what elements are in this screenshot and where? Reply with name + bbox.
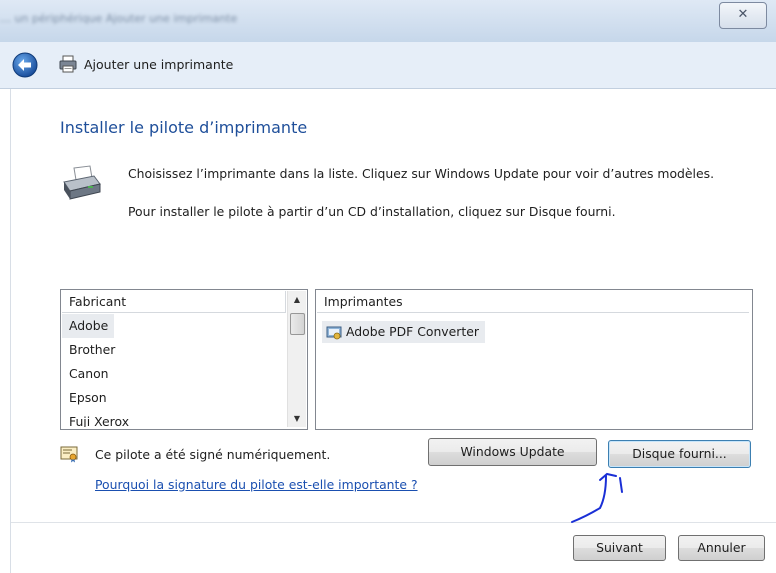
- window-title-text: … un périphérique Ajouter une imprimante: [0, 12, 238, 25]
- manufacturer-item-adobe[interactable]: Adobe: [62, 314, 115, 338]
- certificate-icon: [60, 446, 78, 463]
- manufacturer-scrollbar[interactable]: ▲ ▼: [287, 291, 306, 427]
- large-printer-icon: [63, 165, 101, 200]
- printer-driver-icon: [326, 326, 342, 340]
- wizard-nav-bar: Ajouter une imprimante: [0, 42, 776, 89]
- signed-driver-text: Ce pilote a été signé numériquement.: [95, 447, 331, 462]
- have-disk-button[interactable]: Disque fourni...: [608, 440, 751, 468]
- next-button[interactable]: Suivant: [573, 535, 666, 561]
- instruction-text-1: Choisissez l’imprimante dans la liste. C…: [128, 166, 715, 181]
- page-heading: Installer le pilote d’imprimante: [60, 118, 308, 137]
- printers-listbox[interactable]: Imprimantes Adobe PDF Converter: [315, 289, 753, 430]
- printer-item-adobe-pdf-converter[interactable]: Adobe PDF Converter: [322, 321, 485, 343]
- scroll-thumb[interactable]: [290, 313, 305, 335]
- scroll-up-icon[interactable]: ▲: [288, 291, 306, 308]
- manufacturer-column-header: Fabricant: [62, 291, 286, 313]
- back-arrow-icon[interactable]: [12, 52, 38, 78]
- manufacturer-listbox[interactable]: Fabricant Adobe Brother Canon Epson Fuji…: [60, 289, 308, 430]
- hand-drawn-arrow-annotation: [571, 472, 623, 523]
- manufacturer-list[interactable]: Adobe Brother Canon Epson Fuji Xerox: [62, 314, 286, 427]
- printer-item-label: Adobe PDF Converter: [346, 324, 479, 339]
- printers-column-header: Imprimantes: [317, 291, 749, 313]
- signature-info-link[interactable]: Pourquoi la signature du pilote est-elle…: [95, 477, 418, 492]
- close-button[interactable]: ✕: [719, 2, 767, 29]
- footer-divider: [11, 522, 776, 523]
- list-item[interactable]: Adobe: [62, 314, 286, 338]
- nav-title: Ajouter une imprimante: [84, 57, 234, 72]
- manufacturer-item-brother[interactable]: Brother: [62, 338, 286, 362]
- window-title-bar: … un périphérique Ajouter une imprimante…: [0, 0, 776, 42]
- instruction-text-2: Pour installer le pilote à partir d’un C…: [128, 204, 616, 219]
- windows-update-button[interactable]: Windows Update: [428, 438, 597, 466]
- manufacturer-item-fuji-xerox[interactable]: Fuji Xerox: [62, 410, 286, 427]
- scroll-down-icon[interactable]: ▼: [288, 410, 306, 427]
- close-icon: ✕: [737, 7, 749, 22]
- manufacturer-item-epson[interactable]: Epson: [62, 386, 286, 410]
- printer-icon: [59, 55, 77, 73]
- cancel-button[interactable]: Annuler: [678, 535, 765, 561]
- manufacturer-item-canon[interactable]: Canon: [62, 362, 286, 386]
